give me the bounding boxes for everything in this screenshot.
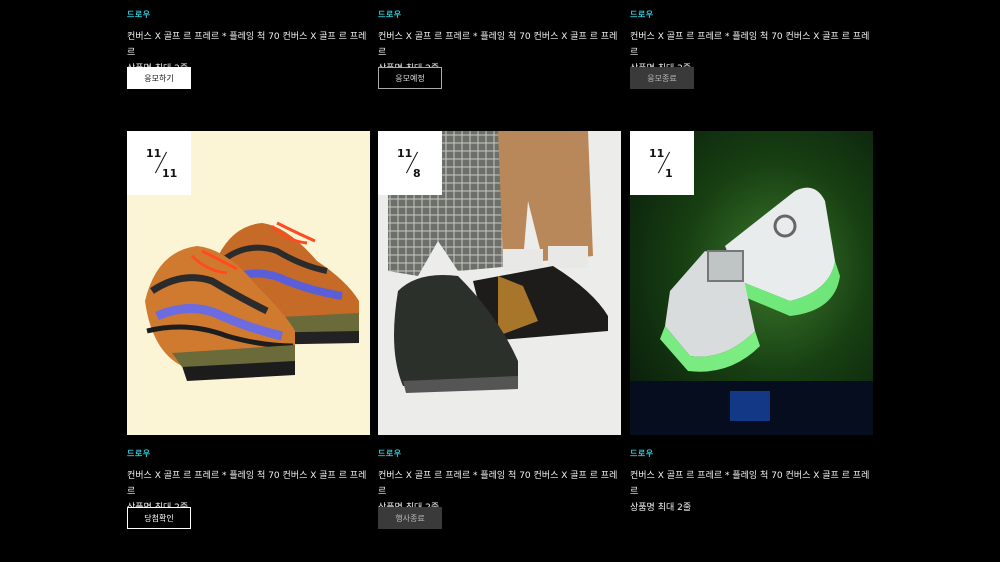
- date-month: 11: [649, 147, 665, 160]
- product-title-line2: 상품명 최대 2줄: [630, 503, 692, 513]
- draw-tag: 드로우: [127, 449, 151, 458]
- product-title-line1: 컨버스 X 골프 르 프레르 * 플레잉 척 70 컨버스 X 골프 르 프레르: [378, 32, 618, 58]
- date-day: 8: [413, 167, 421, 180]
- apply-closed-button[interactable]: 응모종료: [630, 67, 694, 89]
- product-title-line1: 컨버스 X 골프 르 프레르 * 플레잉 척 70 컨버스 X 골프 르 프레르: [630, 471, 870, 497]
- date-day: 1: [665, 167, 673, 180]
- product-image-sneaker-dark[interactable]: 11 8: [378, 131, 621, 435]
- product-image-sneaker-orange[interactable]: 11 11: [127, 131, 370, 435]
- event-ended-button[interactable]: 행사종료: [378, 507, 442, 529]
- product-image-sneaker-glow[interactable]: 11 1: [630, 131, 873, 435]
- product-title-line1: 컨버스 X 골프 르 프레르 * 플레잉 척 70 컨버스 X 골프 르 프레르: [630, 32, 870, 58]
- draw-card-6-info: 드로우 컨버스 X 골프 르 프레르 * 플레잉 척 70 컨버스 X 골프 르…: [630, 448, 873, 516]
- draw-tag: 드로우: [630, 10, 654, 19]
- draw-tag: 드로우: [378, 449, 402, 458]
- apply-button[interactable]: 응모하기: [127, 67, 191, 89]
- draw-card-5-info: 드로우 컨버스 X 골프 르 프레르 * 플레잉 척 70 컨버스 X 골프 르…: [378, 448, 621, 516]
- date-badge: 11 11: [127, 131, 191, 195]
- date-badge: 11 8: [378, 131, 442, 195]
- product-title[interactable]: 컨버스 X 골프 르 프레르 * 플레잉 척 70 컨버스 X 골프 르 프레르…: [630, 468, 873, 516]
- date-month: 11: [146, 147, 162, 160]
- draw-tag: 드로우: [378, 10, 402, 19]
- check-winner-button[interactable]: 당첨확인: [127, 507, 191, 529]
- date-badge: 11 1: [630, 131, 694, 195]
- date-month: 11: [397, 147, 413, 160]
- apply-scheduled-button[interactable]: 응모예정: [378, 67, 442, 89]
- draw-tag: 드로우: [630, 449, 654, 458]
- draw-card-4-info: 드로우 컨버스 X 골프 르 프레르 * 플레잉 척 70 컨버스 X 골프 르…: [127, 448, 370, 516]
- product-title-line1: 컨버스 X 골프 르 프레르 * 플레잉 척 70 컨버스 X 골프 르 프레르: [127, 471, 367, 497]
- product-title-line1: 컨버스 X 골프 르 프레르 * 플레잉 척 70 컨버스 X 골프 르 프레르: [378, 471, 618, 497]
- date-day: 11: [162, 167, 178, 180]
- product-title-line1: 컨버스 X 골프 르 프레르 * 플레잉 척 70 컨버스 X 골프 르 프레르: [127, 32, 367, 58]
- draw-tag: 드로우: [127, 10, 151, 19]
